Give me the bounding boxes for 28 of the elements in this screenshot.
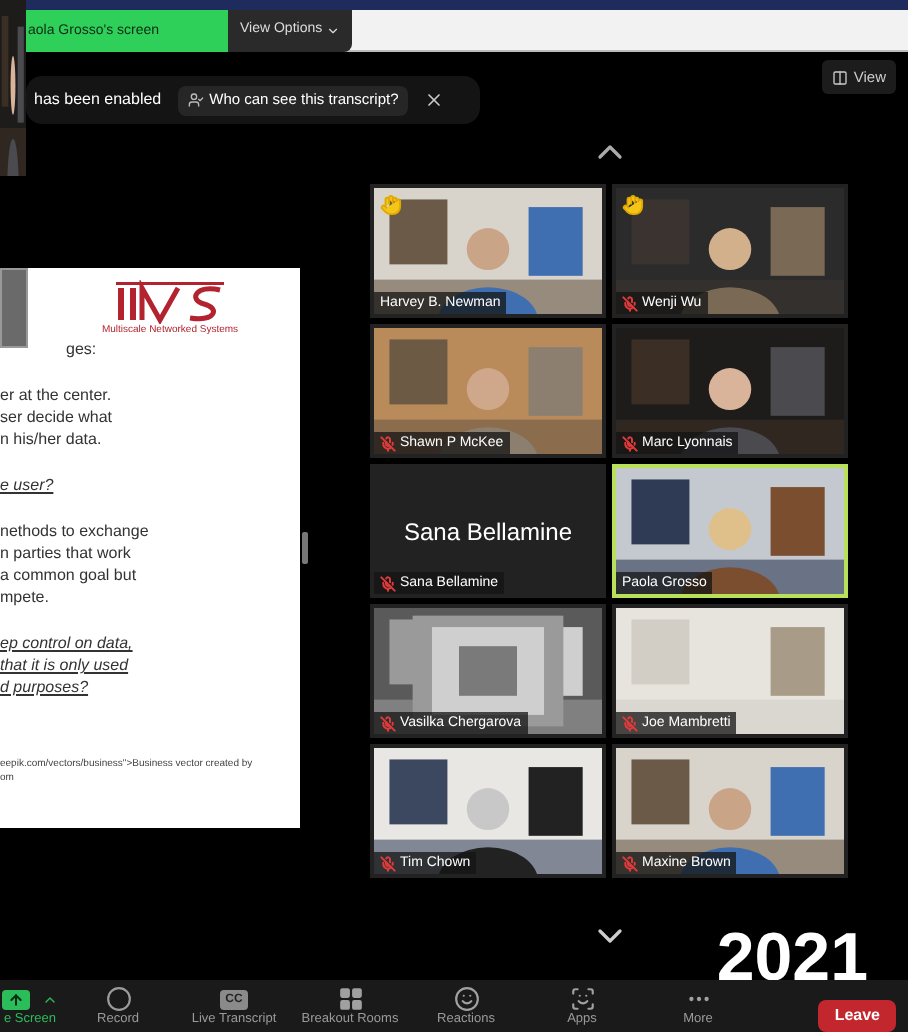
year-overlay: 2021 [716,924,868,992]
slide-text: e user? [0,474,56,496]
slide-text: d purposes? [0,676,91,698]
slide-text: that it is only used [0,654,131,676]
notification-text: has been enabled [34,88,162,112]
slide-text: ges: [66,338,99,360]
resize-handle[interactable] [302,532,308,564]
share-screen-icon[interactable] [2,989,30,1009]
slide-text: ser decide what [0,406,115,428]
slide-text: ep control on data, [0,632,135,654]
smiley-icon[interactable] [453,986,479,1012]
chevron-down-icon [326,23,341,37]
participant-display-name: Sana Bellamine [403,515,573,549]
logo-icon [116,280,224,324]
slide-text: n his/her data. [0,428,104,450]
close-icon[interactable] [424,90,445,110]
slide-text: n parties that work [0,542,133,564]
apps-icon[interactable] [569,986,595,1012]
slide-text: nethods to exchange [0,520,151,542]
record-icon[interactable] [105,986,131,1012]
slide-text: a common goal but [0,564,139,586]
person-icon [187,92,204,108]
leave-button[interactable]: Leave [818,1000,896,1032]
grid-icon[interactable] [337,986,363,1012]
slide-text: mpete. [0,586,51,608]
slide-text: er at the center. [0,384,114,406]
thumbnail-panel [0,268,28,348]
layout-icon [831,69,848,85]
